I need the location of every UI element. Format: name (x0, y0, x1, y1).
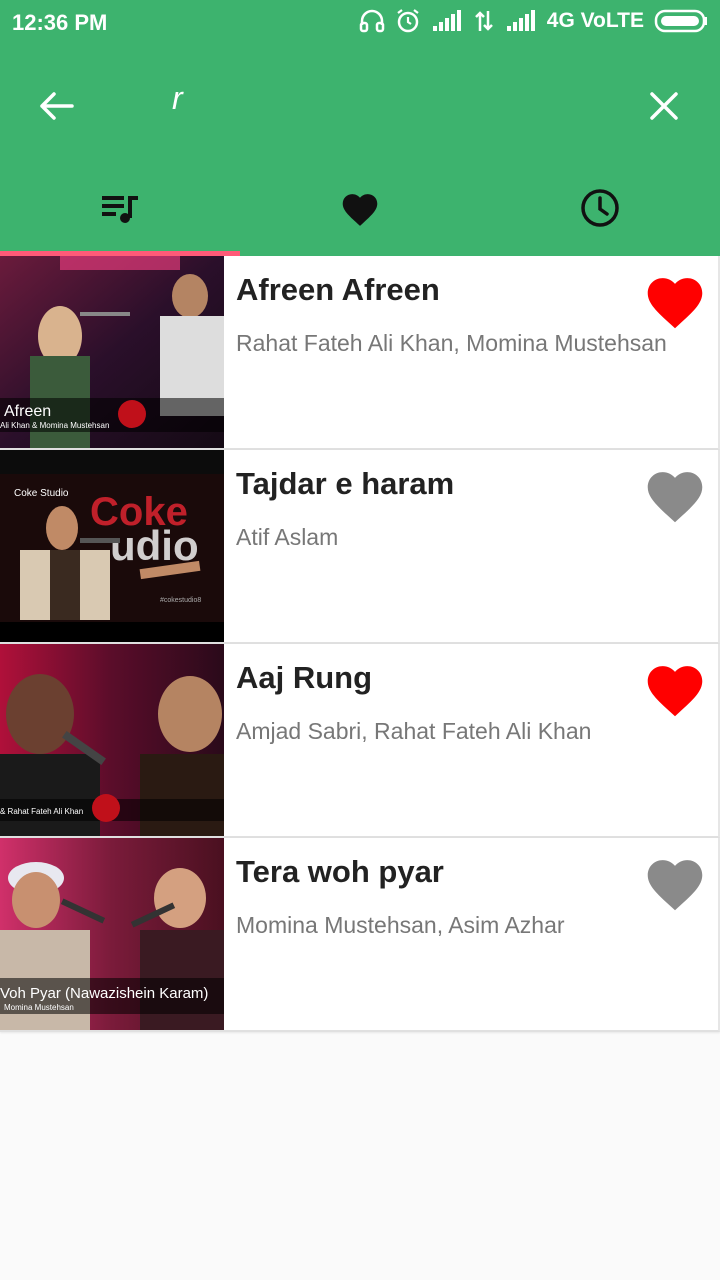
data-transfer-icon (474, 11, 493, 31)
song-thumbnail: & Rahat Fateh Ali Khan (0, 644, 224, 836)
favorite-heart-icon[interactable] (642, 658, 708, 718)
alarm-icon (397, 9, 419, 33)
clock-icon (581, 189, 619, 227)
song-artists: Atif Aslam (236, 524, 339, 550)
close-icon[interactable] (644, 86, 684, 126)
tab-playlist[interactable] (0, 166, 240, 250)
song-title: Aaj Rung (236, 660, 373, 695)
song-title: Tera woh pyar (236, 854, 444, 889)
headphones-icon (359, 9, 385, 33)
tab-history[interactable] (480, 166, 720, 250)
favorite-heart-icon[interactable] (642, 464, 708, 524)
tab-bar (0, 166, 720, 256)
thumb-caption: Afreen (4, 403, 51, 420)
list-item[interactable]: Voh Pyar (Nawazishein Karam) Momina Must… (0, 838, 720, 1032)
signal-icon (432, 10, 461, 31)
list-item[interactable]: & Rahat Fateh Ali Khan Aaj Rung Amjad Sa… (0, 644, 720, 838)
song-thumbnail: Coke udio Coke Studio #cokestudio8 (0, 450, 224, 642)
tab-favorites[interactable] (240, 166, 480, 250)
back-arrow-icon[interactable] (36, 86, 76, 126)
thumb-subcaption: & Rahat Fateh Ali Khan (0, 807, 83, 816)
favorite-heart-icon[interactable] (642, 270, 708, 330)
battery-icon (654, 9, 707, 33)
song-artists: Momina Mustehsan, Asim Azhar (236, 912, 565, 938)
signal-icon-2 (506, 10, 535, 31)
thumb-subcaption: Momina Mustehsan (4, 1003, 74, 1012)
status-bar: 12:36 PM 4G VoLTE (0, 0, 720, 50)
song-artists: Rahat Fateh Ali Khan, Momina Mustehsan (236, 330, 667, 356)
playlist-icon (102, 196, 138, 223)
app-bar: r (0, 50, 720, 256)
status-time: 12:36 PM (12, 10, 108, 35)
song-list: Afreen Ali Khan & Momina Mustehsan Afree… (0, 256, 720, 1032)
svg-text:udio: udio (110, 522, 199, 569)
thumb-subcaption: Ali Khan & Momina Mustehsan (0, 421, 109, 430)
favorite-heart-icon[interactable] (642, 852, 708, 912)
thumb-subcaption: #cokestudio8 (160, 597, 201, 604)
song-title: Tajdar e haram (236, 466, 455, 501)
list-item[interactable]: Coke udio Coke Studio #cokestudio8 Tajda… (0, 450, 720, 644)
song-thumbnail: Voh Pyar (Nawazishein Karam) Momina Must… (0, 838, 224, 1030)
network-label: 4G VoLTE (546, 9, 644, 32)
song-thumbnail: Afreen Ali Khan & Momina Mustehsan (0, 256, 224, 448)
list-item[interactable]: Afreen Ali Khan & Momina Mustehsan Afree… (0, 256, 720, 450)
heart-icon (342, 194, 378, 226)
search-input[interactable]: r (172, 80, 183, 117)
thumb-caption: Voh Pyar (Nawazishein Karam) (0, 985, 208, 1002)
song-title: Afreen Afreen (236, 272, 440, 307)
thumb-caption: Coke Studio (14, 488, 69, 499)
song-artists: Amjad Sabri, Rahat Fateh Ali Khan (236, 718, 592, 744)
status-icons: 4G VoLTE (359, 8, 708, 34)
